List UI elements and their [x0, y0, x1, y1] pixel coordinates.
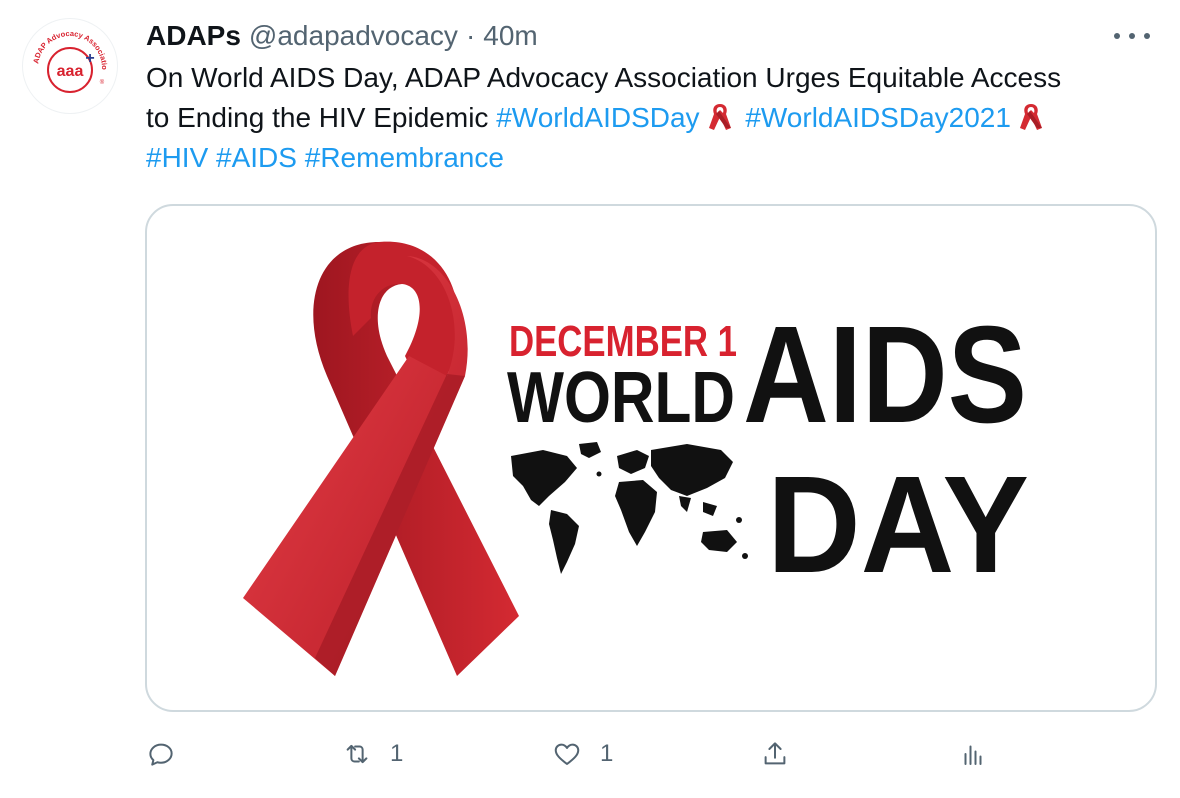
separator-dot: ·: [465, 20, 476, 51]
reply-icon: [149, 743, 173, 766]
more-dot-icon: [1144, 33, 1150, 39]
tweet-media-image[interactable]: DECEMBER 1 WORLD AIDS DAY: [145, 204, 1157, 712]
red-ribbon-emoji-icon: [708, 104, 731, 130]
more-options-button[interactable]: [1114, 26, 1150, 46]
avatar[interactable]: ADAP Advocacy Association aaa + ®: [22, 18, 118, 114]
logo-registered: ®: [100, 79, 105, 86]
tweet-text-line-2: to Ending the HIV Epidemic #WorldAIDSDay…: [146, 98, 1156, 138]
tweet-text-line-1: On World AIDS Day, ADAP Advocacy Associa…: [146, 62, 1062, 93]
hashtag-worldaidsday[interactable]: #WorldAIDSDay: [496, 102, 699, 133]
tweet-action-bar: 1 1: [146, 730, 1026, 778]
tweet-header: ADAPs @adapadvocacy · 40m: [146, 16, 538, 56]
hashtag-hiv[interactable]: #HIV: [146, 142, 208, 173]
tweet-text-line-3: #HIV #AIDS #Remembrance: [146, 138, 1156, 178]
poster-word-aids: AIDS: [743, 298, 1027, 452]
hashtag-remembrance[interactable]: #Remembrance: [305, 142, 504, 173]
more-dot-icon: [1129, 33, 1135, 39]
logo-text: aaa: [57, 63, 84, 80]
share-icon: [764, 742, 786, 765]
tweet: ADAP Advocacy Association aaa + ® ADAPs …: [0, 0, 1180, 798]
tweet-text: On World AIDS Day, ADAP Advocacy Associa…: [146, 58, 1156, 178]
red-ribbon-emoji-icon: [1019, 104, 1042, 130]
more-dot-icon: [1114, 33, 1120, 39]
poster-word-day: DAY: [767, 448, 1029, 602]
world-aids-day-poster: DECEMBER 1 WORLD AIDS DAY: [243, 241, 1029, 676]
heart-icon: [554, 743, 580, 765]
analytics-icon: [964, 745, 982, 765]
user-handle[interactable]: @adapadvocacy: [249, 20, 458, 52]
retweet-count: 1: [390, 740, 404, 767]
like-button[interactable]: 1: [552, 730, 613, 778]
like-count: 1: [600, 740, 614, 767]
retweet-icon: [346, 744, 368, 764]
retweet-button[interactable]: 1: [342, 730, 403, 778]
timestamp[interactable]: 40m: [483, 20, 537, 52]
reply-button[interactable]: [146, 730, 194, 778]
analytics-button[interactable]: [958, 730, 988, 778]
hashtag-worldaidsday2021[interactable]: #WorldAIDSDay2021: [745, 102, 1011, 133]
tweet-text-line-2-prefix: to Ending the HIV Epidemic: [146, 102, 497, 133]
red-ribbon-graphic: [243, 241, 519, 676]
poster-word-world: WORLD: [507, 358, 735, 438]
world-map-graphic: [511, 442, 748, 574]
display-name[interactable]: ADAPs: [146, 20, 241, 52]
logo-plus: +: [85, 50, 94, 67]
adap-logo: ADAP Advocacy Association aaa + ®: [22, 18, 116, 112]
hashtag-aids[interactable]: #AIDS: [216, 142, 297, 173]
share-button[interactable]: [760, 730, 790, 778]
